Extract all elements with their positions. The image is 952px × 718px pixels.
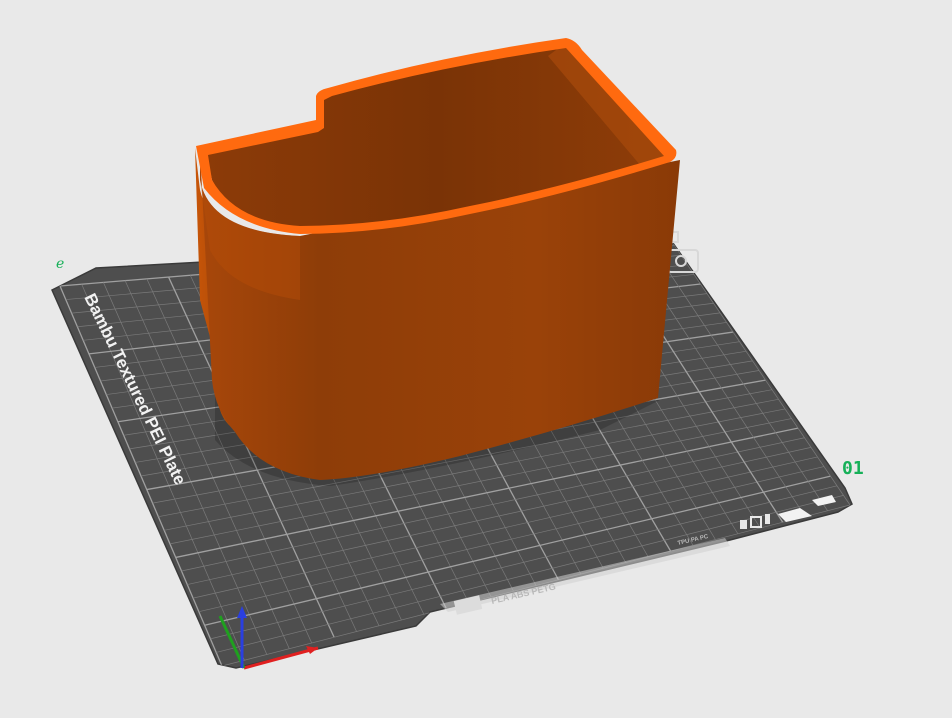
3d-viewport[interactable]: PLA ABS PETG TPU PA PC Bambu Textured PE… bbox=[0, 0, 952, 718]
plate-corner-mark: e bbox=[56, 256, 64, 272]
plate-number-label[interactable]: 01 bbox=[842, 458, 864, 479]
model-bin[interactable] bbox=[195, 38, 680, 486]
